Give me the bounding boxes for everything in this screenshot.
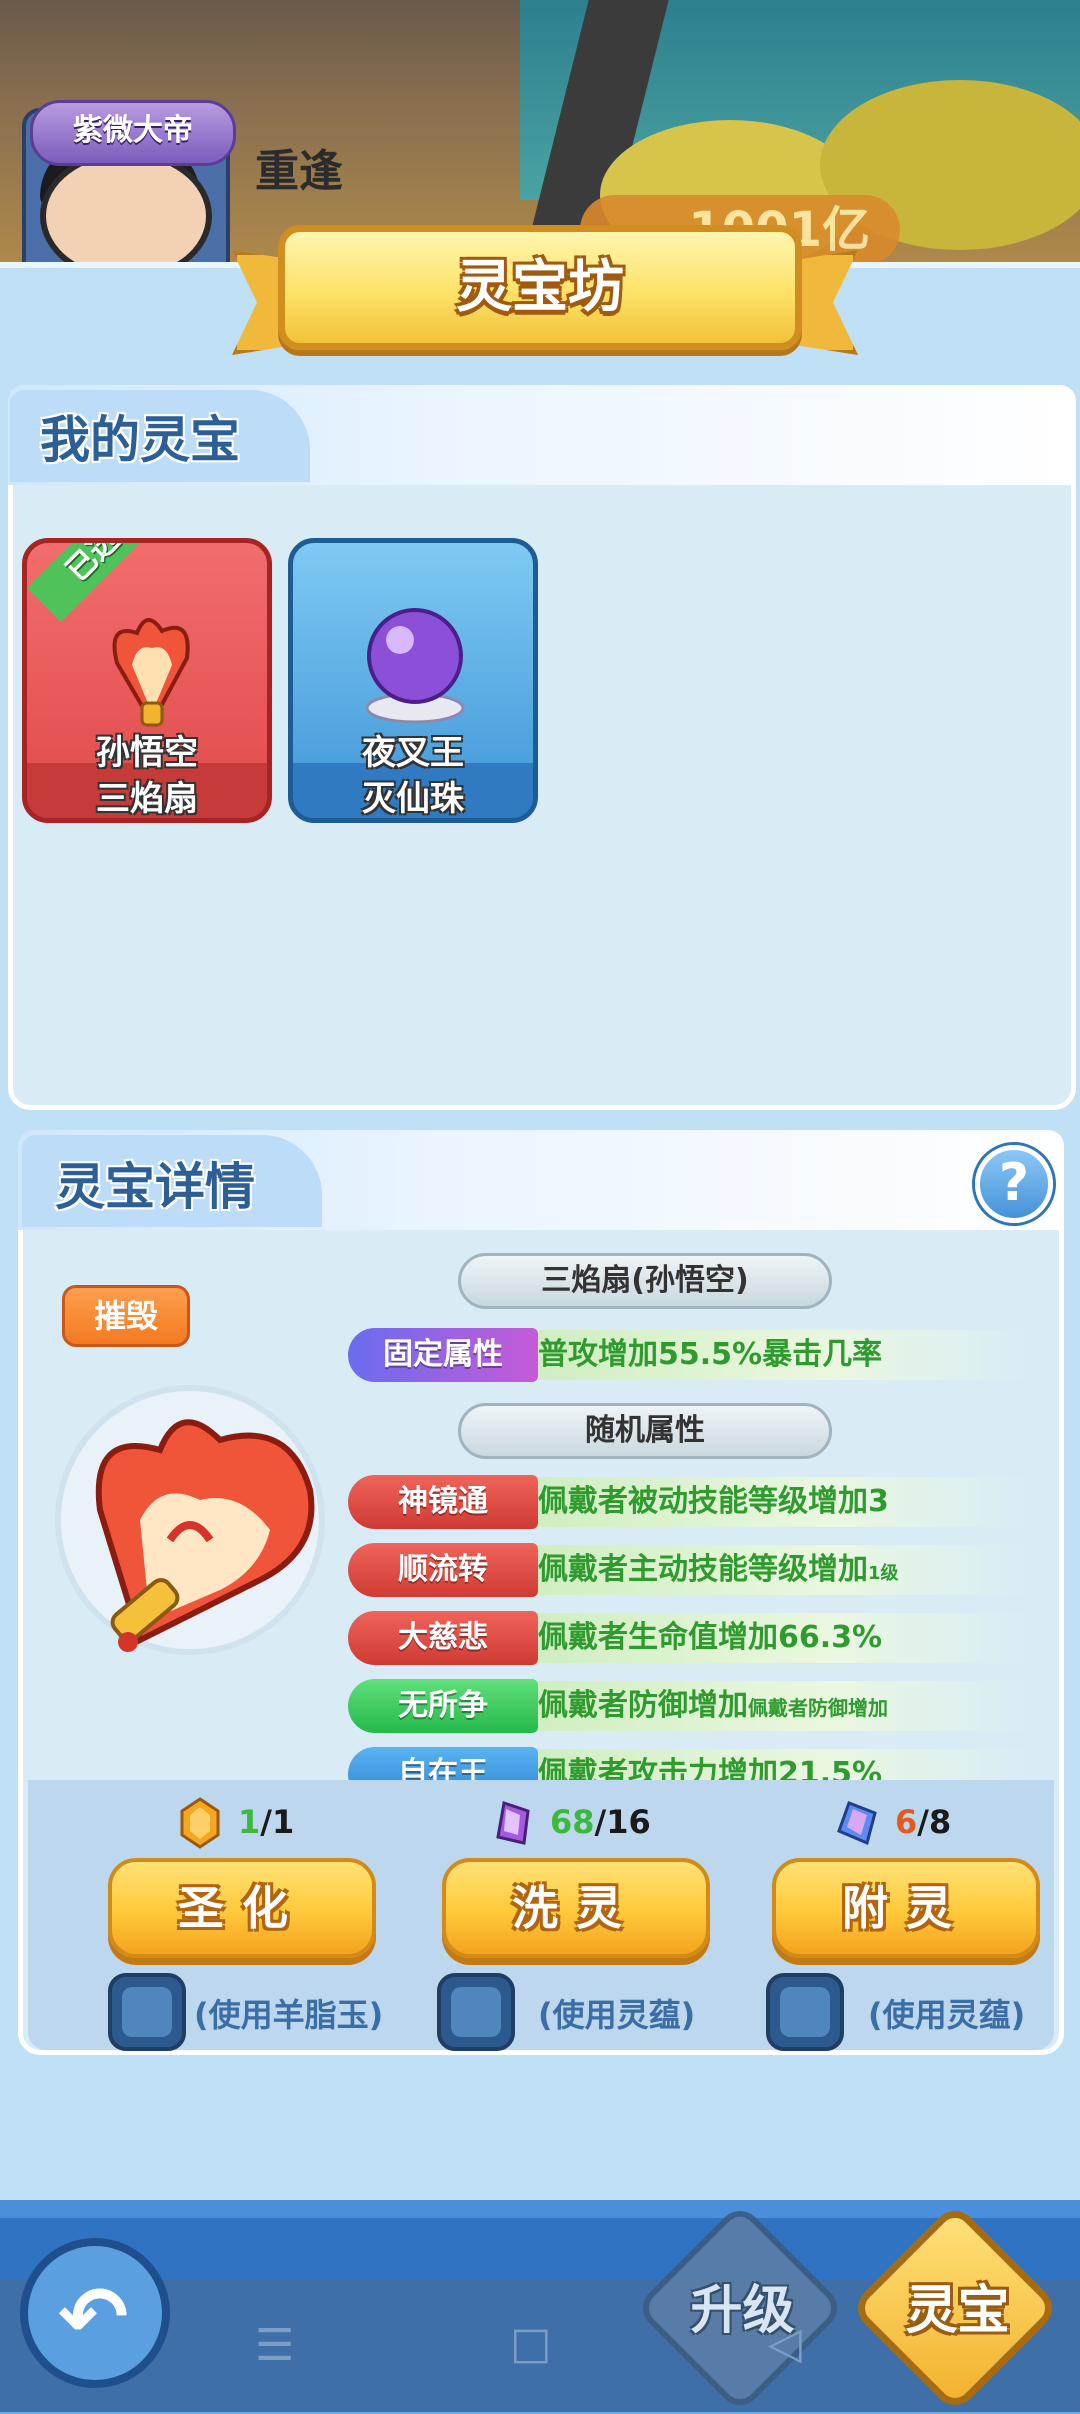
random-attribute-tag: 无所争 xyxy=(348,1679,538,1733)
card-owner: 夜叉王 xyxy=(362,733,464,773)
random-attribute-row: 顺流转 佩戴者主动技能等级增加1级 xyxy=(348,1543,1048,1597)
random-attribute-text: 佩戴者主动技能等级增加1级 xyxy=(538,1552,899,1587)
card-treasure-name: 三焰扇 xyxy=(96,779,198,819)
help-button[interactable]: ? xyxy=(975,1145,1053,1223)
fixed-attribute-tag: 固定属性 xyxy=(348,1328,538,1382)
resource-counter: 68/16 xyxy=(490,1795,670,1855)
blue-crystal-icon xyxy=(837,1801,877,1846)
purple-crystal-icon xyxy=(496,1801,530,1845)
random-attribute-row: 神镜通 佩戴者被动技能等级增加3 xyxy=(348,1475,1048,1529)
flame-fan-icon xyxy=(112,618,190,728)
home-icon[interactable]: □ xyxy=(510,2318,552,2369)
random-attribute-tag: 顺流转 xyxy=(348,1543,538,1597)
amber-jade-icon xyxy=(180,1797,220,1849)
back-arrow-icon: ↶ xyxy=(58,2268,129,2366)
treasure-details-title: 灵宝详情 xyxy=(55,1158,255,1216)
reroll-button[interactable]: 洗灵 xyxy=(442,1858,710,1958)
random-attribute-tag: 自在王 xyxy=(348,1747,538,1780)
resource-counter: 6/8 xyxy=(835,1795,995,1855)
system-back-icon[interactable]: ◁ xyxy=(768,2318,802,2369)
random-attribute-text: 佩戴者攻击力增加21.5% xyxy=(538,1756,883,1780)
random-attributes-header: 随机属性 xyxy=(458,1403,832,1459)
resource-counter: 1/1 xyxy=(178,1795,328,1855)
random-attribute-text: 佩戴者防御增加佩戴者防御增加 xyxy=(538,1688,888,1723)
page-title: 灵宝坊 xyxy=(456,255,624,320)
use-mutton-jade-checkbox[interactable] xyxy=(108,1973,186,2051)
sanctify-button[interactable]: 圣化 xyxy=(108,1858,376,1958)
bottom-bar-edge xyxy=(0,2200,1080,2218)
destroy-button[interactable]: 摧毁 xyxy=(62,1285,190,1347)
random-attribute-row: 无所争 佩戴者防御增加佩戴者防御增加 xyxy=(348,1679,1048,1733)
random-attribute-row: 大慈悲 佩戴者生命值增加66.3% xyxy=(348,1611,1048,1665)
treasure-name-plate: 三焰扇(孙悟空) xyxy=(458,1253,832,1309)
use-spirit-essence-checkbox[interactable] xyxy=(437,1973,515,2051)
random-attribute-tag: 大慈悲 xyxy=(348,1611,538,1665)
player-title-badge: 紫微大帝 xyxy=(30,100,236,166)
flame-fan-icon xyxy=(95,1419,315,1652)
card-owner: 孙悟空 xyxy=(96,733,198,773)
fixed-attribute-row: 固定属性 普攻增加55.5%暴击几率 xyxy=(348,1328,1048,1382)
treasure-card-fan[interactable]: 孙悟空 三焰扇 已选择 xyxy=(22,538,272,823)
my-treasures-title: 我的灵宝 xyxy=(40,411,240,469)
random-attribute-tag: 神镜通 xyxy=(348,1475,538,1529)
random-attribute-text: 佩戴者生命值增加66.3% xyxy=(538,1620,883,1655)
treasure-card-orb[interactable]: 夜叉王 灭仙珠 xyxy=(288,538,538,823)
fixed-attribute-text: 普攻增加55.5%暴击几率 xyxy=(538,1337,883,1372)
attach-spirit-button[interactable]: 附灵 xyxy=(772,1858,1040,1958)
checkbox-label: (使用灵蕴) xyxy=(868,1996,1026,2034)
random-attribute-text: 佩戴者被动技能等级增加3 xyxy=(538,1484,889,1519)
checkbox-label: (使用羊脂玉) xyxy=(194,1996,384,2034)
random-attributes-list[interactable]: 神镜通 佩戴者被动技能等级增加3 顺流转 佩戴者主动技能等级增加1级 大慈悲 佩… xyxy=(340,1475,1060,1780)
random-attribute-row: 自在王 佩戴者攻击力增加21.5% xyxy=(348,1747,1048,1780)
player-name: 重逢 xyxy=(255,146,343,197)
purple-orb-icon xyxy=(365,608,465,724)
card-treasure-name: 灭仙珠 xyxy=(362,779,464,819)
checkbox-label: (使用灵蕴) xyxy=(538,1996,696,2034)
menu-icon[interactable]: ☰ xyxy=(255,2320,294,2371)
upgrade-tab-label: 升级 xyxy=(690,2281,795,2341)
treasure-tab-label: 灵宝 xyxy=(905,2281,1010,2341)
use-spirit-essence-checkbox[interactable] xyxy=(766,1973,844,2051)
